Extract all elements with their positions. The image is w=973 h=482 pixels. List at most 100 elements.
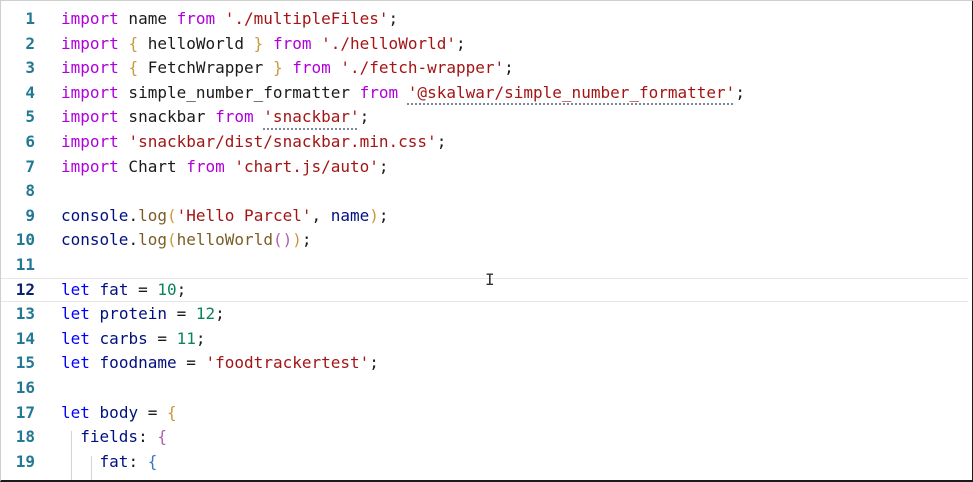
code-token: ; — [735, 82, 745, 102]
line-number: 15 — [15, 353, 35, 373]
line-number: 2 — [25, 33, 35, 53]
code-token: 'foodtrackertest' — [205, 353, 370, 373]
code-token: { — [128, 33, 139, 53]
code-token: 12 — [195, 304, 216, 324]
code-token: 10 — [157, 279, 177, 299]
code-line[interactable]: 3 import { FetchWrapper } from './fetch-w… — [1, 56, 968, 80]
code-token: './fetch-wrapper' — [340, 58, 505, 78]
code-line[interactable]: 18 fields: { — [1, 425, 968, 449]
code-token: : — [128, 451, 148, 471]
code-text[interactable]: fields: { — [61, 425, 167, 449]
code-line[interactable]: 1 import name from './multipleFiles'; — [1, 7, 968, 31]
code-token: protein — [99, 304, 167, 324]
code-text[interactable]: import { helloWorld } from './helloWorld… — [61, 32, 466, 56]
code-line[interactable]: 9 console.log('Hello Parcel', name); — [1, 204, 968, 228]
code-token: = — [138, 402, 167, 422]
code-text[interactable]: console.log('Hello Parcel', name); — [61, 204, 389, 228]
line-number: 6 — [25, 132, 35, 151]
code-token: console — [61, 205, 129, 225]
code-token: let — [61, 353, 90, 373]
code-token: from — [272, 33, 312, 53]
code-line[interactable]: 5 import snackbar from 'snackbar'; — [1, 105, 968, 129]
code-token: name — [330, 205, 370, 225]
line-number: 7 — [25, 156, 35, 176]
code-token: = — [176, 353, 206, 373]
line-number: 18 — [15, 427, 35, 447]
code-line[interactable]: 4 import simple_number_formatter from '@s… — [1, 81, 968, 105]
line-number: 3 — [25, 58, 35, 78]
code-token: from — [186, 156, 225, 176]
code-token: snackbar — [118, 107, 216, 127]
line-number: 9 — [25, 205, 35, 225]
code-token: ( — [166, 205, 177, 225]
code-text[interactable]: import { FetchWrapper } from './fetch-wr… — [61, 56, 514, 80]
code-token: from — [215, 107, 254, 127]
code-token: console — [61, 230, 129, 250]
code-token: name — [118, 9, 177, 28]
code-token: from — [359, 82, 399, 102]
line-number: 13 — [15, 304, 35, 324]
code-text[interactable]: import snackbar from 'snackbar'; — [61, 105, 369, 129]
code-token: ; — [176, 279, 187, 299]
code-line[interactable]: 8 — [1, 179, 968, 203]
code-line[interactable]: 17 let body = { — [1, 401, 968, 425]
code-line[interactable]: 13 let protein = 12; — [1, 302, 968, 326]
code-token: } — [253, 33, 264, 53]
code-token: fat — [99, 279, 129, 299]
code-token: { — [166, 402, 177, 422]
code-token: import — [61, 156, 119, 176]
code-text[interactable]: import name from './multipleFiles'; — [61, 7, 398, 31]
code-token: import — [61, 33, 119, 53]
code-line[interactable]: 6 import 'snackbar/dist/snackbar.min.css'… — [1, 130, 968, 154]
code-editor[interactable]: 1 import name from './multipleFiles'; 2 imp… — [0, 0, 973, 482]
code-text[interactable]: let fat = 10; — [61, 278, 186, 302]
code-token: ; — [378, 205, 389, 225]
code-text[interactable]: import 'snackbar/dist/snackbar.min.css'; — [61, 130, 446, 154]
code-token: ; — [369, 353, 379, 373]
code-token: import — [61, 82, 119, 102]
code-line[interactable]: 7 import Chart from 'chart.js/auto'; — [1, 155, 968, 179]
code-token: 'Hello Parcel' — [176, 205, 312, 225]
code-line[interactable]: 10 console.log(helloWorld()); — [1, 228, 968, 252]
code-token: . — [128, 205, 139, 225]
code-token: let — [61, 304, 90, 324]
line-number: 19 — [15, 451, 35, 471]
code-token: , — [311, 205, 331, 225]
code-text[interactable]: console.log(helloWorld()); — [61, 228, 312, 252]
code-token: ; — [301, 230, 312, 250]
code-token: = — [147, 328, 177, 348]
code-line[interactable]: 2 import { helloWorld } from './helloWorl… — [1, 32, 968, 56]
code-line[interactable]: 15 let foodname = 'foodtrackertest'; — [1, 351, 968, 375]
code-text[interactable]: import Chart from 'chart.js/auto'; — [61, 155, 389, 179]
code-token: let — [61, 328, 90, 348]
code-text[interactable]: import simple_number_formatter from '@sk… — [61, 81, 745, 105]
code-token: import — [61, 132, 119, 151]
code-token: { — [128, 58, 139, 78]
code-token: body — [99, 402, 139, 422]
code-line[interactable]: 14 let carbs = 11; — [1, 327, 968, 351]
code-text[interactable]: let foodname = 'foodtrackertest'; — [61, 351, 379, 375]
code-line[interactable]: 19 fat: { — [1, 450, 968, 474]
code-text[interactable]: let protein = 12; — [61, 302, 225, 326]
line-number: 12 — [15, 279, 35, 299]
code-token: ) — [369, 205, 379, 225]
line-number: 8 — [25, 181, 35, 201]
code-token: = — [128, 279, 158, 299]
line-number: 1 — [25, 9, 35, 28]
code-text[interactable]: let body = { — [61, 401, 177, 425]
code-token: FetchWrapper — [138, 58, 273, 78]
code-token: import — [61, 9, 119, 28]
code-text[interactable]: let carbs = 11; — [61, 327, 206, 351]
code-token: let — [61, 279, 90, 299]
code-text[interactable]: fat: { — [61, 450, 158, 474]
code-line[interactable]: 16 — [1, 376, 968, 400]
code-token: let — [61, 402, 90, 422]
code-token: from — [176, 9, 216, 28]
line-number: 16 — [15, 378, 35, 397]
code-token: fields — [80, 427, 139, 447]
